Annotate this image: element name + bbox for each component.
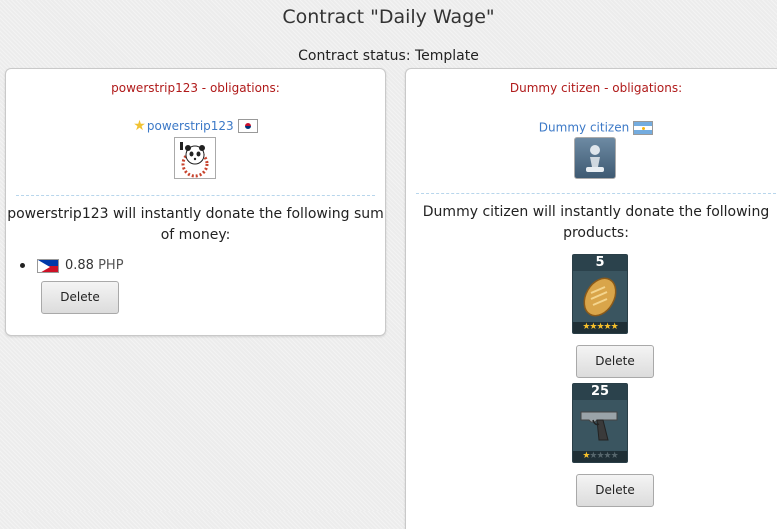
delete-product-button[interactable]: Delete	[576, 474, 654, 507]
quality-stars: ★★★★★	[573, 322, 627, 333]
list-bullet	[20, 263, 25, 268]
left-obligations-title: powerstrip123 - obligations:	[111, 81, 280, 95]
pawn-avatar[interactable]	[574, 137, 616, 179]
page-title: Contract "Daily Wage"	[282, 6, 495, 28]
money-item: 0.88 PHP	[20, 258, 124, 273]
product-pistol[interactable]: 25 ★★★★★	[572, 383, 628, 463]
south-korea-flag-icon	[237, 119, 258, 133]
contract-status: Contract status: Template	[298, 48, 479, 64]
star-icon: ★	[133, 118, 146, 134]
right-obligations-panel: Dummy citizen - obligations: Dummy citiz…	[405, 68, 777, 529]
right-obligations-title: Dummy citizen - obligations:	[509, 81, 683, 95]
money-currency: PHP	[98, 258, 124, 273]
bread-icon	[577, 273, 623, 319]
right-divider	[416, 193, 776, 194]
money-amount: 0.88	[65, 258, 94, 273]
pistol-icon	[577, 402, 623, 448]
panda-avatar[interactable]	[174, 137, 216, 179]
product-count: 25	[573, 384, 627, 400]
right-citizen-link[interactable]: Dummy citizen	[539, 121, 629, 135]
product-count: 5	[573, 255, 627, 271]
product-bread[interactable]: 5 ★★★★★	[572, 254, 628, 334]
left-citizen-link[interactable]: powerstrip123	[147, 119, 234, 133]
left-citizen: ★powerstrip123	[6, 118, 385, 134]
delete-money-button[interactable]: Delete	[41, 281, 119, 314]
right-citizen: Dummy citizen	[406, 120, 777, 135]
quality-stars: ★★★★★	[573, 451, 627, 462]
left-obligations-panel: powerstrip123 - obligations: ★powerstrip…	[5, 68, 386, 336]
right-donate-text: Dummy citizen will instantly donate the …	[422, 204, 770, 241]
left-divider	[16, 195, 375, 196]
argentina-flag-icon	[633, 120, 654, 135]
left-donate-text: powerstrip123 will instantly donate the …	[7, 206, 384, 243]
delete-product-button[interactable]: Delete	[576, 345, 654, 378]
philippines-flag-icon	[37, 258, 59, 273]
